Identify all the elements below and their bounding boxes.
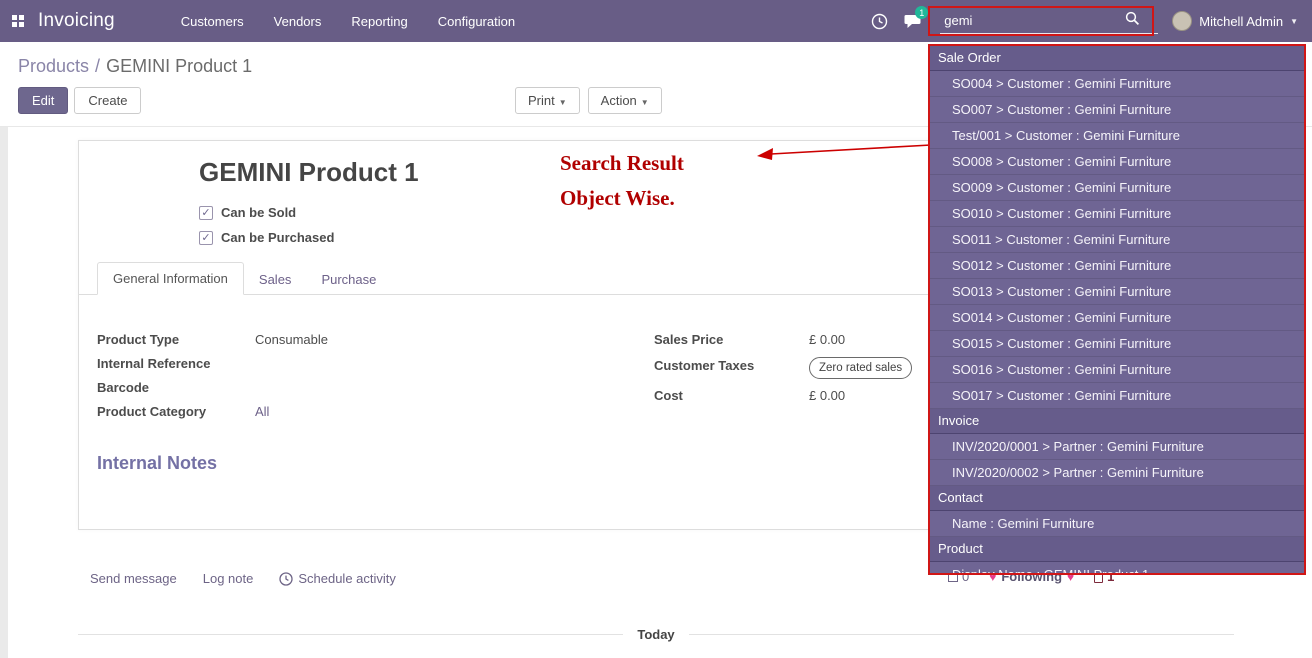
menu-configuration[interactable]: Configuration xyxy=(428,9,525,34)
send-message-link[interactable]: Send message xyxy=(90,571,177,586)
can-be-sold-label: Can be Sold xyxy=(221,205,296,220)
search-result-item[interactable]: SO012 > Customer : Gemini Furniture xyxy=(930,253,1304,279)
chevron-down-icon: ▼ xyxy=(1290,17,1298,26)
cost-label: Cost xyxy=(654,387,809,405)
search-result-item[interactable]: SO011 > Customer : Gemini Furniture xyxy=(930,227,1304,253)
chevron-down-icon: ▼ xyxy=(559,98,567,107)
annotation-line1: Search Result xyxy=(560,146,684,181)
search-result-item[interactable]: SO010 > Customer : Gemini Furniture xyxy=(930,201,1304,227)
menu-reporting[interactable]: Reporting xyxy=(341,9,417,34)
search-result-item[interactable]: SO013 > Customer : Gemini Furniture xyxy=(930,279,1304,305)
global-search-box xyxy=(940,8,1158,34)
tax-tag[interactable]: Zero rated sales xyxy=(809,357,912,379)
messages-badge: 1 xyxy=(915,6,928,19)
search-result-item[interactable]: Display Name : GEMINI Product 1 xyxy=(930,562,1304,575)
barcode-label: Barcode xyxy=(97,379,255,397)
internal-notes-heading: Internal Notes xyxy=(97,453,217,474)
search-group-product: Product xyxy=(930,537,1304,562)
user-name: Mitchell Admin xyxy=(1199,14,1283,29)
top-navbar: Invoicing Customers Vendors Reporting Co… xyxy=(0,0,1312,42)
user-menu[interactable]: Mitchell Admin ▼ xyxy=(1172,11,1298,31)
search-result-item[interactable]: INV/2020/0001 > Partner : Gemini Furnitu… xyxy=(930,434,1304,460)
breadcrumb-separator: / xyxy=(95,56,100,76)
sales-price-label: Sales Price xyxy=(654,331,809,349)
customer-taxes-value: Zero rated sales xyxy=(809,357,929,379)
chatter-actions: Send message Log note Schedule activity xyxy=(90,571,396,586)
action-buttons: Print▼ Action▼ xyxy=(515,87,662,114)
annotation-line2: Object Wise. xyxy=(560,181,684,216)
product-category-label: Product Category xyxy=(97,403,255,421)
today-label: Today xyxy=(637,627,674,642)
search-result-item[interactable]: SO014 > Customer : Gemini Furniture xyxy=(930,305,1304,331)
app-screen: Invoicing Customers Vendors Reporting Co… xyxy=(0,0,1312,658)
systray: 1 Mitchell Admin ▼ xyxy=(862,0,1312,42)
chevron-down-icon: ▼ xyxy=(641,98,649,107)
search-result-item[interactable]: SO017 > Customer : Gemini Furniture xyxy=(930,383,1304,409)
messages-icon[interactable]: 1 xyxy=(896,0,930,42)
user-avatar xyxy=(1172,11,1192,31)
tab-purchase[interactable]: Purchase xyxy=(306,264,391,295)
action-dropdown-button[interactable]: Action▼ xyxy=(588,87,662,114)
can-be-sold-checkbox[interactable] xyxy=(199,206,213,220)
menu-customers[interactable]: Customers xyxy=(171,9,254,34)
create-button[interactable]: Create xyxy=(74,87,141,114)
breadcrumb-current: GEMINI Product 1 xyxy=(106,56,252,76)
product-type-label: Product Type xyxy=(97,331,255,349)
search-result-item[interactable]: SO009 > Customer : Gemini Furniture xyxy=(930,175,1304,201)
search-result-item[interactable]: SO007 > Customer : Gemini Furniture xyxy=(930,97,1304,123)
fields-left-column: Product Type Consumable Internal Referen… xyxy=(97,331,375,421)
search-result-item[interactable]: SO004 > Customer : Gemini Furniture xyxy=(930,71,1304,97)
search-result-item[interactable]: Test/001 > Customer : Gemini Furniture xyxy=(930,123,1304,149)
app-name[interactable]: Invoicing xyxy=(38,10,115,32)
can-be-purchased-label: Can be Purchased xyxy=(221,230,334,245)
search-group-sale-order: Sale Order xyxy=(930,46,1304,71)
left-edge-strip xyxy=(0,127,8,658)
barcode-value xyxy=(255,379,375,397)
search-result-item[interactable]: SO016 > Customer : Gemini Furniture xyxy=(930,357,1304,383)
product-title: GEMINI Product 1 xyxy=(199,157,419,188)
search-icon[interactable] xyxy=(1125,11,1140,31)
search-result-item[interactable]: INV/2020/0002 > Partner : Gemini Furnitu… xyxy=(930,460,1304,486)
clock-icon xyxy=(279,572,293,586)
internal-reference-value xyxy=(255,355,375,373)
customer-taxes-label: Customer Taxes xyxy=(654,357,809,379)
activities-clock-icon[interactable] xyxy=(862,0,896,42)
edit-button[interactable]: Edit xyxy=(18,87,68,114)
can-be-purchased-checkbox[interactable] xyxy=(199,231,213,245)
breadcrumb: Products / GEMINI Product 1 xyxy=(18,56,252,77)
main-menu: Customers Vendors Reporting Configuratio… xyxy=(171,9,525,34)
log-note-link[interactable]: Log note xyxy=(203,571,254,586)
annotation-text: Search Result Object Wise. xyxy=(560,146,684,216)
sales-price-value: £ 0.00 xyxy=(809,331,929,349)
tab-general-information[interactable]: General Information xyxy=(97,262,244,295)
schedule-activity-link[interactable]: Schedule activity xyxy=(279,571,396,586)
print-dropdown-button[interactable]: Print▼ xyxy=(515,87,580,114)
apps-grid-icon[interactable] xyxy=(12,15,24,27)
menu-vendors[interactable]: Vendors xyxy=(264,9,332,34)
global-search-results-dropdown: Sale Order SO004 > Customer : Gemini Fur… xyxy=(928,44,1306,575)
record-buttons: Edit Create xyxy=(18,87,141,114)
search-result-item[interactable]: SO008 > Customer : Gemini Furniture xyxy=(930,149,1304,175)
global-search-input[interactable] xyxy=(940,11,1125,30)
internal-reference-label: Internal Reference xyxy=(97,355,255,373)
search-result-item[interactable]: SO015 > Customer : Gemini Furniture xyxy=(930,331,1304,357)
can-be-sold-row: Can be Sold xyxy=(199,205,296,220)
search-result-item[interactable]: Name : Gemini Furniture xyxy=(930,511,1304,537)
search-group-contact: Contact xyxy=(930,486,1304,511)
date-divider: Today xyxy=(78,627,1234,642)
cost-value: £ 0.00 xyxy=(809,387,929,405)
fields-right-column: Sales Price £ 0.00 Customer Taxes Zero r… xyxy=(654,331,929,405)
product-type-value: Consumable xyxy=(255,331,375,349)
breadcrumb-products[interactable]: Products xyxy=(18,56,89,76)
tab-sales[interactable]: Sales xyxy=(244,264,307,295)
can-be-purchased-row: Can be Purchased xyxy=(199,230,334,245)
search-group-invoice: Invoice xyxy=(930,409,1304,434)
product-category-value[interactable]: All xyxy=(255,403,375,421)
